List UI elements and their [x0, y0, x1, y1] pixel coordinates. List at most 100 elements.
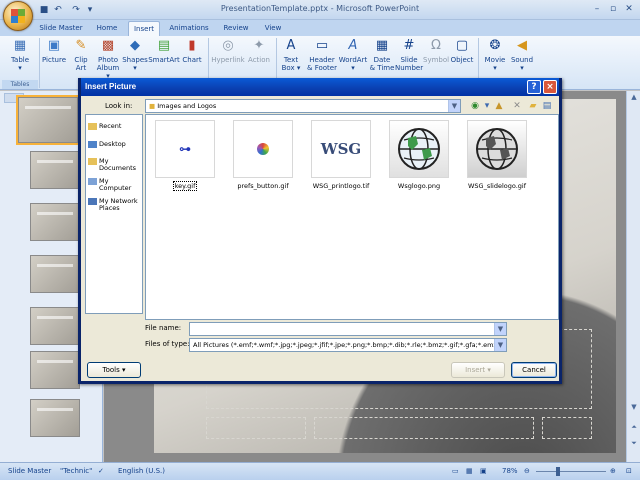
place-desktop[interactable]: Desktop — [88, 141, 142, 148]
file-item-wsglogo[interactable]: Wsglogo.png — [388, 120, 450, 190]
office-button[interactable] — [3, 1, 33, 31]
scroll-up-icon[interactable]: ▲ — [628, 91, 640, 103]
prefs-button-icon — [257, 143, 269, 155]
wordart-button[interactable]: A WordArt ▾ — [338, 38, 368, 78]
save-icon[interactable]: ■ — [38, 4, 50, 16]
slide-thumbnail[interactable] — [30, 399, 80, 437]
close-button[interactable]: × — [543, 80, 557, 94]
desktop-icon — [88, 141, 97, 148]
header-footer-icon: ▭ — [315, 38, 329, 53]
footer-placeholder[interactable] — [314, 417, 534, 439]
date-placeholder[interactable] — [206, 417, 306, 439]
back-dropdown-icon[interactable]: ▾ — [481, 100, 493, 112]
insert-button[interactable]: Insert ▾ — [451, 362, 505, 378]
cancel-button[interactable]: Cancel — [511, 362, 557, 378]
slide-thumbnail[interactable] — [30, 203, 80, 241]
status-language[interactable]: English (U.S.) — [118, 467, 165, 475]
look-in-combo[interactable]: ■ Images and Logos ▼ — [145, 99, 461, 113]
file-item-wsg-slidelogo[interactable]: WSG_slidelogo.gif — [466, 120, 528, 190]
my-computer-icon — [88, 178, 97, 185]
shapes-button[interactable]: ◆ Shapes ▾ — [122, 38, 148, 78]
ribbon-tabs: Slide Master Home Insert Animations Revi… — [0, 20, 640, 36]
normal-view-icon[interactable]: ▭ — [452, 467, 459, 475]
slide-thumbnail[interactable] — [30, 255, 80, 293]
slideshow-icon[interactable]: ▣ — [480, 467, 487, 475]
vertical-scrollbar[interactable]: ▲ ▼ ⏶ ⏷ — [626, 91, 640, 462]
symbol-button[interactable]: Ω Symbol — [423, 38, 449, 78]
file-item-prefs-button[interactable]: prefs_button.gif — [232, 120, 294, 190]
zoom-out-icon[interactable]: ⊖ — [524, 467, 530, 475]
slide-thumbnail[interactable] — [30, 307, 80, 345]
spellcheck-icon[interactable]: ✓ — [98, 467, 104, 475]
look-in-label: Look in: — [105, 102, 133, 110]
slide-thumbnail[interactable] — [30, 351, 80, 389]
place-my-documents[interactable]: My Documents — [88, 158, 142, 172]
delete-icon[interactable]: ✕ — [511, 100, 523, 112]
fit-to-window-icon[interactable]: ⊡ — [626, 467, 632, 475]
picture-button[interactable]: ▣ Picture — [41, 38, 67, 78]
file-item-wsg-printlogo[interactable]: WSG WSG_printlogo.tif — [310, 120, 372, 190]
views-icon[interactable]: ▤ — [541, 100, 553, 112]
tab-animations[interactable]: Animations — [166, 21, 212, 36]
sound-button[interactable]: ◀ Sound ▾ — [509, 38, 535, 78]
action-button[interactable]: ✦ Action — [246, 38, 272, 78]
slide-thumbnail[interactable] — [18, 97, 78, 143]
clip-art-button[interactable]: ✎ Clip Art — [70, 38, 92, 78]
help-button[interactable]: ? — [527, 80, 541, 94]
chevron-down-icon[interactable]: ▼ — [448, 100, 460, 112]
file-thumbnail: WSG — [311, 120, 371, 178]
tab-home[interactable]: Home — [90, 21, 124, 36]
tab-insert[interactable]: Insert — [128, 21, 160, 36]
zoom-level[interactable]: 78% — [502, 467, 518, 475]
place-my-network-places[interactable]: My Network Places — [88, 198, 142, 212]
zoom-slider[interactable] — [536, 471, 606, 472]
zoom-slider-thumb[interactable] — [556, 467, 560, 476]
office-logo-icon — [11, 9, 25, 23]
file-name: WSG_printlogo.tif — [312, 182, 370, 190]
place-recent[interactable]: Recent — [88, 123, 142, 130]
omega-icon: Ω — [431, 38, 441, 53]
smartart-button[interactable]: ▤ SmartArt — [148, 38, 180, 78]
scroll-down-icon[interactable]: ▼ — [628, 401, 640, 413]
photo-album-button[interactable]: ▩ Photo Album ▾ — [94, 38, 122, 80]
previous-slide-icon[interactable]: ⏶ — [628, 421, 640, 433]
table-button[interactable]: ▦ Table ▾ — [6, 38, 34, 78]
movie-icon: ❂ — [489, 38, 501, 53]
chevron-down-icon[interactable]: ▼ — [494, 323, 506, 335]
slide-thumbnail[interactable] — [30, 151, 80, 189]
new-folder-icon[interactable]: ▰ — [527, 100, 539, 112]
wordart-icon: A — [348, 38, 358, 53]
slide-number-placeholder[interactable] — [542, 417, 592, 439]
ribbon-separator — [39, 38, 40, 88]
group-label-tables: Tables — [2, 80, 38, 89]
slide-number-button[interactable]: # Slide Number — [395, 38, 423, 78]
photo-album-icon: ▩ — [101, 38, 115, 53]
text-box-button[interactable]: A Text Box ▾ — [279, 38, 303, 78]
object-button[interactable]: ▢ Object — [449, 38, 475, 78]
movie-button[interactable]: ❂ Movie ▾ — [482, 38, 508, 78]
close-icon[interactable]: ✕ — [622, 3, 636, 15]
files-of-type-select[interactable]: All Pictures (*.emf;*.wmf;*.jpg;*.jpeg;*… — [189, 338, 507, 352]
tools-button[interactable]: Tools ▾ — [87, 362, 141, 378]
customize-toolbar-icon[interactable]: ▾ — [84, 4, 96, 16]
date-time-button[interactable]: ▦ Date & Time — [369, 38, 395, 78]
tab-slide-master[interactable]: Slide Master — [36, 21, 86, 36]
maximize-icon[interactable]: ▫ — [606, 3, 620, 15]
up-folder-icon[interactable]: ▲ — [493, 100, 505, 112]
undo-icon[interactable]: ↶ — [52, 4, 64, 16]
hyperlink-button[interactable]: ◎ Hyperlink — [210, 38, 246, 78]
chart-button[interactable]: ▮ Chart — [180, 38, 204, 78]
zoom-in-icon[interactable]: ⊕ — [610, 467, 616, 475]
next-slide-icon[interactable]: ⏷ — [628, 437, 640, 449]
slide-sorter-icon[interactable]: ▦ — [466, 467, 473, 475]
place-my-computer[interactable]: My Computer — [88, 178, 142, 192]
minimize-icon[interactable]: – — [590, 3, 604, 15]
back-icon[interactable]: ◉ — [469, 100, 481, 112]
chevron-down-icon[interactable]: ▼ — [494, 339, 506, 351]
file-item-key-gif[interactable]: ⊶ key.gif — [154, 120, 216, 191]
tab-view[interactable]: View — [258, 21, 288, 36]
file-name-input[interactable]: ▼ — [189, 322, 507, 336]
tab-review[interactable]: Review — [218, 21, 254, 36]
header-footer-button[interactable]: ▭ Header & Footer — [305, 38, 339, 78]
redo-icon[interactable]: ↷ — [70, 4, 82, 16]
